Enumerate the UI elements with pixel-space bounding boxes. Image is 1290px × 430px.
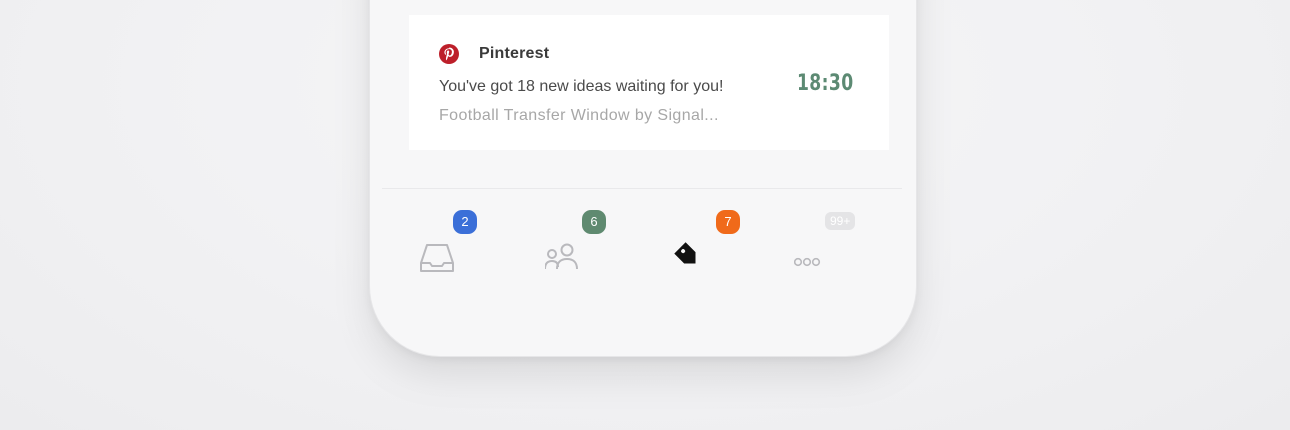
app-name: Pinterest <box>479 45 550 62</box>
notification-time: 18:30 <box>797 71 854 96</box>
tab-bar: 2 6 7 99+ <box>382 189 902 336</box>
more-badge: 99+ <box>825 212 856 230</box>
pinterest-icon <box>439 44 459 64</box>
phone-screen: Pinterest You've got 18 new ideas waitin… <box>382 0 902 336</box>
inbox-badge: 2 <box>453 210 477 234</box>
phone-frame: Pinterest You've got 18 new ideas waitin… <box>370 0 916 356</box>
notification-card[interactable]: Pinterest You've got 18 new ideas waitin… <box>409 15 889 150</box>
people-icon <box>545 243 578 270</box>
tag-icon <box>674 242 696 264</box>
notification-title: You've got 18 new ideas waiting for you! <box>439 78 724 95</box>
tags-badge: 7 <box>716 210 740 234</box>
more-dots-icon <box>794 257 821 267</box>
background: Pinterest You've got 18 new ideas waitin… <box>0 0 1290 430</box>
people-badge: 6 <box>582 210 606 234</box>
notification-header: Pinterest <box>439 44 549 64</box>
tab-tags[interactable]: 7 <box>673 210 740 275</box>
notification-subtitle: Football Transfer Window by Signal... <box>439 107 719 124</box>
inbox-tray-icon <box>420 244 454 272</box>
tab-inbox[interactable]: 2 <box>420 210 480 275</box>
tab-people[interactable]: 6 <box>545 210 606 275</box>
tab-more[interactable]: 99+ <box>794 212 856 275</box>
